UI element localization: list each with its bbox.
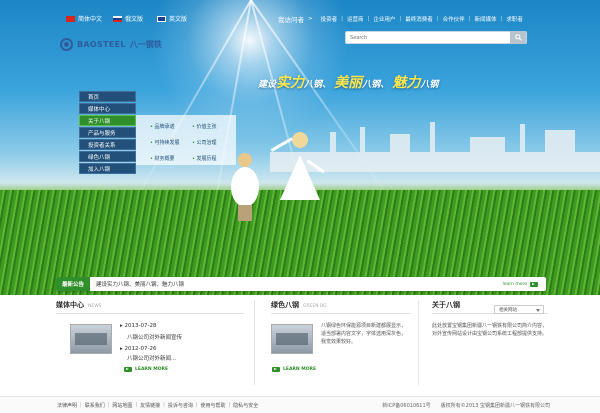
arrow-right-icon <box>124 367 132 372</box>
green-learn-more[interactable]: LEARN MORE <box>272 367 316 372</box>
media-title: 媒体中心 NEWS <box>56 300 244 314</box>
arrow-right-icon <box>272 367 280 372</box>
news-link[interactable]: 八钢公司对外新闻... <box>127 354 176 362</box>
topnav-investors[interactable]: 投资者 <box>321 15 338 23</box>
menu-item-products[interactable]: 产品与服务 <box>79 127 136 138</box>
copyright-text: 版权所有©2013 宝钢集团新疆八一钢铁有限公司 <box>440 402 550 409</box>
topnav-consumers[interactable]: 最终消费者 <box>405 15 433 23</box>
footer-link-legal[interactable]: 法律声明 <box>57 402 77 409</box>
lang-english[interactable]: 英文版 <box>157 14 187 23</box>
about-submenu: 品牌承诺 价值主张 可持续发展 公司治理 财务概要 发展历程 <box>136 115 236 165</box>
notice-tag: 最新公告 <box>56 277 91 291</box>
main-menu: 首页 媒体中心 关于八钢 产品与服务 投资者关系 绿色八钢 加入八钢 <box>79 91 136 175</box>
china-flag-icon <box>66 15 75 22</box>
site-logo[interactable]: BAOSTEEL 八一钢铁 <box>60 38 162 51</box>
search-box <box>345 31 527 44</box>
footer-link-help[interactable]: 使用与帮助 <box>201 402 226 409</box>
menu-item-home[interactable]: 首页 <box>79 91 136 102</box>
submenu-item[interactable]: 品牌承诺 <box>150 123 192 133</box>
hero-slogan: 建设实力八钢、 美丽八钢、 魅力八钢 <box>258 75 439 91</box>
green-title: 绿色八钢 GREEN BG <box>271 300 411 314</box>
footer: 法律声明 | 联系我们 | 网站地图 | 友情链接 | 投诉与咨询 | 使用与帮助 | 隐私… <box>0 396 600 413</box>
menu-item-green[interactable]: 绿色八钢 <box>79 151 136 162</box>
russia-flag-icon <box>113 15 122 22</box>
arrow-right-icon <box>530 281 538 287</box>
lang-russian[interactable]: 俄文版 <box>113 14 143 23</box>
menu-item-join[interactable]: 加入八钢 <box>79 163 136 174</box>
search-icon <box>514 34 522 41</box>
topnav-media[interactable]: 新闻媒体 <box>474 15 496 23</box>
column-divider <box>254 300 255 385</box>
submenu-item[interactable]: 价值主张 <box>192 123 238 133</box>
top-navigation: 我访问者 > 投资者 | 运营商 | 企业用户 | 最终消费者 | 合作伙伴 | 新闻媒体… <box>278 15 523 24</box>
submenu-item[interactable]: 公司治理 <box>192 139 238 149</box>
footer-link-complaints[interactable]: 投诉与咨询 <box>168 402 193 409</box>
green-description: 八钢绿色环保能源项目新建都展显示，适当部署内容文字，字体选用深灰色，我觉效果较好… <box>321 323 407 345</box>
green-thumbnail[interactable] <box>271 324 313 354</box>
menu-item-investors[interactable]: 投资者关系 <box>79 139 136 150</box>
column-divider <box>418 300 419 385</box>
topnav-partners[interactable]: 合作伙伴 <box>443 15 465 23</box>
footer-links: 法律声明 | 联系我们 | 网站地图 | 友情链接 | 投诉与咨询 | 使用与帮助 | 隐私… <box>57 401 259 409</box>
submenu-item[interactable]: 财务概要 <box>150 155 192 165</box>
topnav-label: 我访问者 <box>278 16 304 24</box>
menu-item-media[interactable]: 媒体中心 <box>79 103 136 114</box>
search-input[interactable] <box>346 32 510 43</box>
news-date: ▸ 2013-07-28 <box>120 323 157 329</box>
uk-flag-icon <box>157 15 166 22</box>
search-button[interactable] <box>510 31 526 44</box>
about-description: 此处放置宝钢集团新疆八一钢铁有限公司简介内容，对外宣传网站设计由宝钢公司系统工程… <box>432 323 548 337</box>
logo-text-en: BAOSTEEL <box>77 40 126 49</box>
notice-text[interactable]: 建设实力八钢、美丽八钢、魅力八钢 <box>96 280 184 288</box>
submenu-item[interactable]: 发展历程 <box>192 155 238 165</box>
logo-text-cn: 八一钢铁 <box>129 40 162 49</box>
news-link[interactable]: 八钢公司对外新闻宣传 <box>127 333 182 341</box>
topnav-jobs[interactable]: 求职者 <box>506 15 523 23</box>
footer-link-contact[interactable]: 联系我们 <box>85 402 105 409</box>
notice-bar: 最新公告 建设实力八钢、美丽八钢、魅力八钢 learn more <box>56 277 546 291</box>
footer-link-sitemap[interactable]: 网站地图 <box>112 402 132 409</box>
topnav-operators[interactable]: 运营商 <box>347 15 364 23</box>
lang-simplified-chinese[interactable]: 简体中文 <box>66 14 102 23</box>
news-date: ▸ 2012-07-26 <box>120 346 157 352</box>
related-sites-select[interactable]: 相关网站 <box>494 305 544 314</box>
menu-item-about[interactable]: 关于八钢 <box>79 115 136 126</box>
notice-more-link[interactable]: learn more <box>503 281 538 287</box>
icp-number: 新ICP备06010611号 <box>382 402 431 409</box>
topnav-enterprise[interactable]: 企业用户 <box>373 15 395 23</box>
submenu-item[interactable]: 可持续发展 <box>150 139 192 149</box>
baosteel-logo-icon <box>60 38 73 51</box>
media-thumbnail[interactable] <box>70 324 112 354</box>
footer-copyright: 新ICP备06010611号 版权所有©2013 宝钢集团新疆八一钢铁有限公司 <box>382 402 550 409</box>
media-learn-more[interactable]: LEARN MORE <box>124 367 168 372</box>
footer-link-friends[interactable]: 友情链接 <box>140 402 160 409</box>
footer-link-privacy[interactable]: 隐私与安全 <box>233 402 258 409</box>
